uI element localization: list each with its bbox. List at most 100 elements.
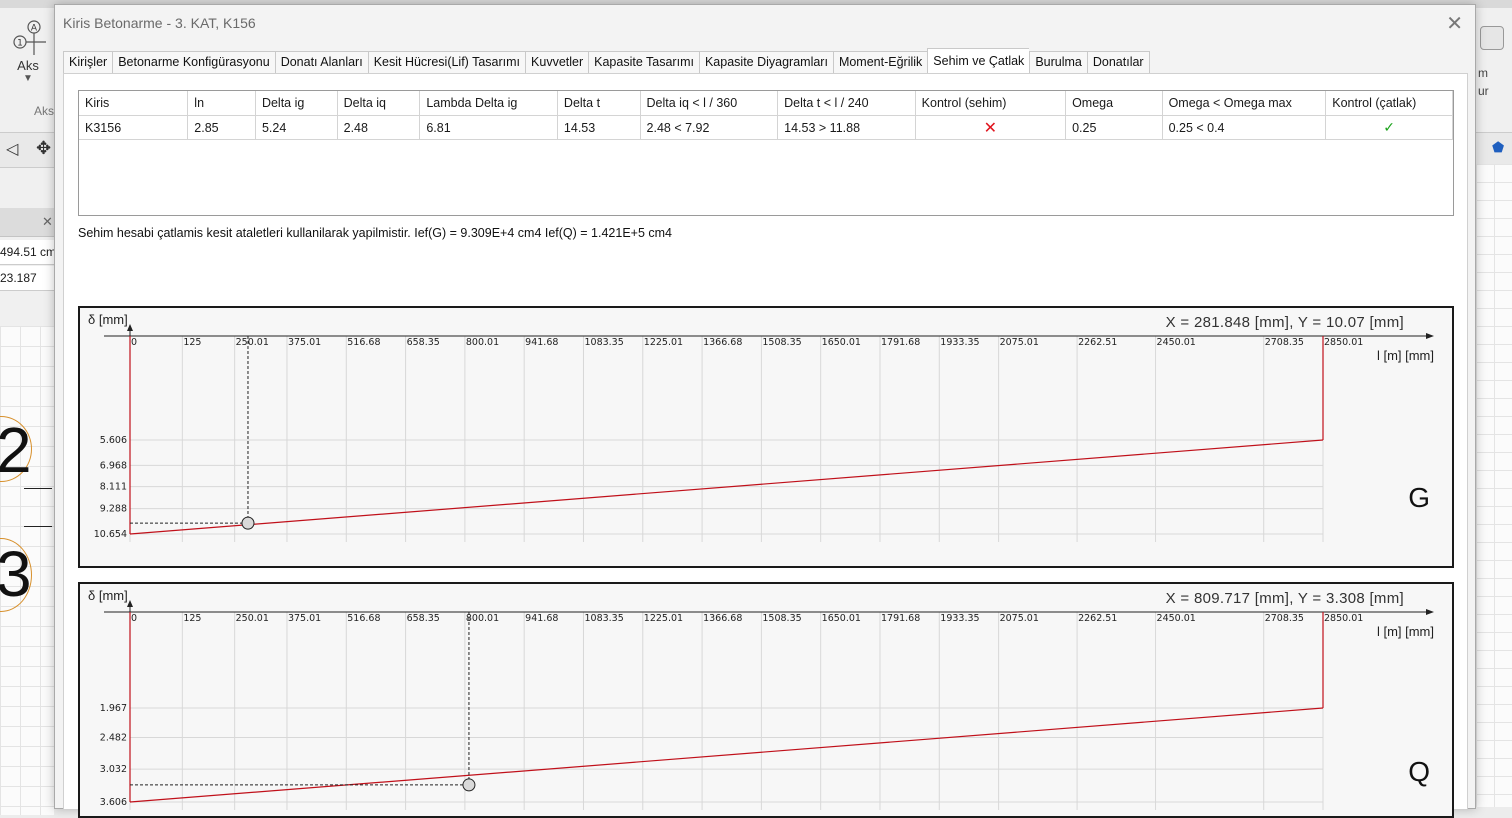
y-tick-label: 8.111	[100, 482, 127, 493]
cell-kiris[interactable]: K3156	[79, 115, 189, 140]
axis-number-2: 2	[0, 414, 32, 486]
x-axis-arrow-icon	[1426, 609, 1434, 615]
column-header[interactable]: Delta iq	[337, 91, 421, 116]
cell-delta-iq[interactable]: 2.48	[337, 115, 421, 140]
x-tick-label: 1791.68	[881, 337, 920, 348]
background-toolbar-right: ⬟	[1476, 132, 1512, 167]
close-icon[interactable]: ✕	[42, 214, 53, 230]
svg-text:1: 1	[17, 39, 23, 49]
cell-ln[interactable]: 2.85	[187, 115, 256, 140]
column-header[interactable]: Delta ig	[255, 91, 338, 116]
chart-g-case-letter: G	[1408, 482, 1430, 513]
tab-betonarme-konfigurasyonu[interactable]: Betonarme Konfigürasyonu	[112, 51, 275, 74]
chart-g-xlabel: l [m] [mm]	[1376, 348, 1434, 363]
x-tick-label: 1083.35	[584, 613, 623, 624]
tab-kuvvetler[interactable]: Kuvvetler	[525, 51, 589, 74]
kiris-betonarme-dialog: Kiris Betonarme - 3. KAT, K156 ✕ Kirişle…	[54, 4, 1476, 818]
x-tick-label: 2450.01	[1157, 613, 1196, 624]
x-tick-label: 250.01	[236, 337, 269, 348]
y-tick-label: 5.606	[100, 435, 127, 446]
cursor-marker[interactable]	[462, 778, 476, 792]
x-tick-label: 1933.35	[940, 337, 979, 348]
x-tick-label: 800.01	[466, 337, 499, 348]
column-header[interactable]: Kontrol (sehim)	[915, 91, 1067, 116]
y-tick-label: 3.606	[100, 797, 127, 808]
x-tick-label: 2262.51	[1078, 613, 1117, 624]
y-axis-arrow-icon	[127, 600, 133, 607]
svg-text:A: A	[31, 24, 38, 34]
title-bar[interactable]: Kiris Betonarme - 3. KAT, K156 ✕	[55, 5, 1475, 41]
x-tick-label: 1933.35	[940, 613, 979, 624]
fail-cross-icon: ✕	[983, 119, 998, 137]
tab-donati-alanlari[interactable]: Donatı Alanları	[274, 51, 368, 74]
deflection-series-line	[129, 707, 1324, 803]
tab-moment-egrilik[interactable]: Moment-Eğrilik	[832, 51, 928, 74]
property-value-2[interactable]: 23.187	[0, 266, 54, 291]
cursor-marker[interactable]	[241, 516, 255, 530]
deflection-chart-g[interactable]: 0 125 250.01 375.01 516.68 658.35 800.01 941.68…	[78, 306, 1454, 568]
column-header[interactable]: Kiris	[79, 91, 189, 116]
chart-q-xlabel: l [m] [mm]	[1376, 624, 1434, 639]
y-tick-label: 10.654	[94, 529, 127, 540]
cell-lambda-delta-ig[interactable]: 6.81	[419, 115, 558, 140]
cell-omega-check[interactable]: 0.25 < 0.4	[1162, 115, 1327, 140]
cell-omega[interactable]: 0.25	[1065, 115, 1163, 140]
chart-g-ylabel: δ [mm]	[88, 312, 128, 327]
move-icon[interactable]: ✥	[36, 138, 51, 159]
property-value-1[interactable]: 494.51 cm	[0, 240, 54, 265]
chart-q-plot[interactable]: 0 125 250.01 375.01 516.68 658.35 800.01 941.68…	[80, 584, 1452, 816]
cell-delta-ig[interactable]: 5.24	[255, 115, 338, 140]
aks-tool-label: Aks	[17, 58, 39, 73]
y-axis-arrow-icon	[127, 324, 133, 331]
tab-kapasite-diyagramlari[interactable]: Kapasite Diyagramları	[698, 51, 833, 74]
column-header[interactable]: Delta t	[557, 91, 641, 116]
tab-kesit-hucresi[interactable]: Kesit Hücresi(Lif) Tasarımı	[367, 51, 526, 74]
tab-kapasite-tasarimi[interactable]: Kapasite Tasarımı	[588, 51, 699, 74]
tab-sehim-ve-catlak[interactable]: Sehim ve Çatlak	[927, 48, 1030, 74]
pass-check-icon: ✓	[1383, 119, 1395, 135]
tag-icon[interactable]: ⬟	[1492, 139, 1504, 156]
x-tick-label: 1650.01	[822, 613, 861, 624]
column-header[interactable]: Delta iq < l / 360	[640, 91, 779, 116]
x-tick-label: 1508.35	[762, 613, 801, 624]
cell-delta-t-check[interactable]: 14.53 > 11.88	[777, 115, 916, 140]
chart-g-plot[interactable]: 0 125 250.01 375.01 516.68 658.35 800.01 941.68…	[80, 308, 1452, 566]
x-tick-label: 1366.68	[703, 337, 742, 348]
column-header[interactable]: ln	[187, 91, 256, 116]
tab-strip: Kirişler Betonarme Konfigürasyonu Donatı…	[63, 48, 1150, 74]
cell-kontrol-catlak[interactable]: ✓	[1325, 115, 1453, 140]
axis-line	[24, 488, 52, 489]
results-grid: Kiris ln Delta ig Delta iq Lambda Delta …	[79, 91, 1453, 140]
column-header[interactable]: Delta t < l / 240	[777, 91, 916, 116]
drawing-canvas-right[interactable]	[1476, 164, 1512, 807]
column-header[interactable]: Lambda Delta ig	[419, 91, 558, 116]
x-axis-arrow-icon	[1426, 333, 1434, 339]
cell-delta-t[interactable]: 14.53	[557, 115, 641, 140]
tab-donatilar[interactable]: Donatılar	[1086, 51, 1150, 74]
tab-burulma[interactable]: Burulma	[1029, 51, 1087, 74]
cell-kontrol-sehim[interactable]: ✕	[915, 115, 1067, 140]
chart-q-case-letter: Q	[1408, 756, 1430, 787]
x-tick-label: 2708.35	[1265, 337, 1304, 348]
x-tick-label: 2708.35	[1265, 613, 1304, 624]
right-panel-text: m	[1478, 66, 1488, 80]
select-arrow-icon[interactable]: ◁	[6, 139, 18, 159]
background-toolbar: ◁ ✥	[0, 132, 54, 168]
tab-kirisler[interactable]: Kirişler	[63, 51, 113, 74]
tool-icon[interactable]	[1480, 26, 1504, 50]
results-table: Kiris ln Delta ig Delta iq Lambda Delta …	[78, 90, 1454, 216]
close-icon[interactable]: ✕	[1446, 11, 1463, 36]
aks-tool-button[interactable]: A 1 Aks ▼	[6, 18, 50, 108]
table-row[interactable]: K3156 2.85 5.24 2.48 6.81 14.53 2.48 < 7…	[79, 115, 1453, 140]
x-tick-label: 375.01	[288, 613, 321, 624]
column-header[interactable]: Omega	[1065, 91, 1163, 116]
deflection-chart-q[interactable]: 0 125 250.01 375.01 516.68 658.35 800.01 941.68…	[78, 582, 1454, 818]
background-right-panel: m ur ⬟	[1476, 8, 1512, 807]
cell-delta-iq-check[interactable]: 2.48 < 7.92	[640, 115, 779, 140]
column-header[interactable]: Kontrol (çatlak)	[1325, 91, 1453, 116]
right-panel-text: ur	[1478, 84, 1489, 98]
column-header[interactable]: Omega < Omega max	[1162, 91, 1327, 116]
x-tick-label: 1366.68	[703, 613, 742, 624]
x-tick-label: 2850.01	[1324, 613, 1363, 624]
table-header-row: Kiris ln Delta ig Delta iq Lambda Delta …	[79, 91, 1453, 116]
